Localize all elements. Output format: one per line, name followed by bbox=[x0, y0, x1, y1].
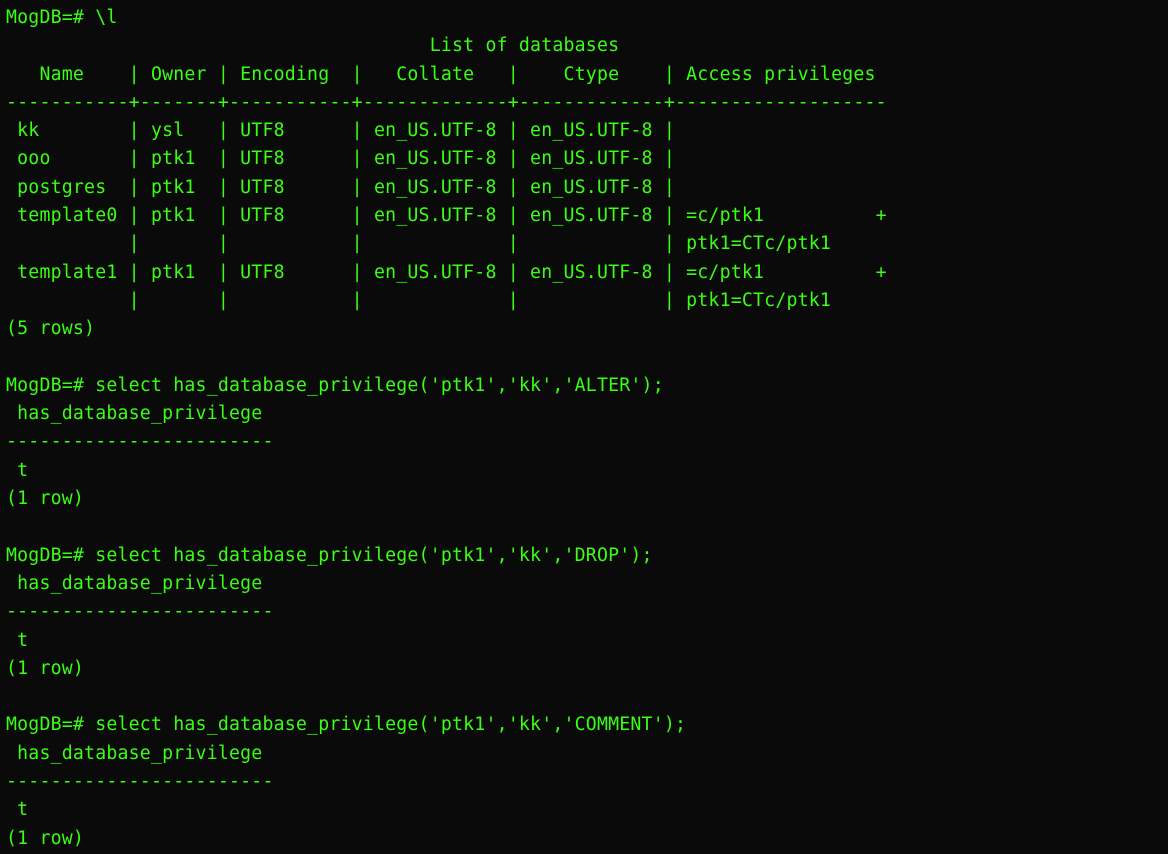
table-row: template0 | ptk1 | UTF8 | en_US.UTF-8 | … bbox=[6, 205, 887, 226]
result-header: has_database_privilege bbox=[6, 403, 274, 424]
row-count: (1 row) bbox=[6, 488, 84, 509]
query-drop: select has_database_privilege('ptk1','kk… bbox=[95, 545, 653, 566]
command-list-dbs: \l bbox=[95, 7, 117, 28]
list-title: List of databases bbox=[6, 35, 619, 56]
prompt: MogDB=# bbox=[6, 714, 95, 735]
query-alter: select has_database_privilege('ptk1','kk… bbox=[95, 375, 664, 396]
result-value: t bbox=[6, 799, 28, 820]
row-count: (1 row) bbox=[6, 658, 84, 679]
table-row: kk | ysl | UTF8 | en_US.UTF-8 | en_US.UT… bbox=[6, 120, 686, 141]
query-comment: select has_database_privilege('ptk1','kk… bbox=[95, 714, 686, 735]
terminal-output[interactable]: MogDB=# \l List of databases Name | Owne… bbox=[0, 0, 1168, 854]
table-row: ooo | ptk1 | UTF8 | en_US.UTF-8 | en_US.… bbox=[6, 148, 686, 169]
result-separator: ------------------------ bbox=[6, 601, 274, 622]
result-separator: ------------------------ bbox=[6, 771, 274, 792]
table-header: Name | Owner | Encoding | Collate | Ctyp… bbox=[6, 64, 887, 85]
table-row: template1 | ptk1 | UTF8 | en_US.UTF-8 | … bbox=[6, 262, 887, 283]
result-value: t bbox=[6, 460, 28, 481]
table-row: | | | | | ptk1=CTc/ptk1 bbox=[6, 290, 831, 311]
row-count: (5 rows) bbox=[6, 318, 95, 339]
prompt: MogDB=# bbox=[6, 375, 95, 396]
table-row: | | | | | ptk1=CTc/ptk1 bbox=[6, 233, 831, 254]
result-value: t bbox=[6, 630, 28, 651]
row-count: (1 row) bbox=[6, 828, 84, 849]
prompt: MogDB=# bbox=[6, 545, 95, 566]
result-header: has_database_privilege bbox=[6, 743, 274, 764]
prompt: MogDB=# bbox=[6, 7, 95, 28]
result-separator: ------------------------ bbox=[6, 431, 274, 452]
table-row: postgres | ptk1 | UTF8 | en_US.UTF-8 | e… bbox=[6, 177, 686, 198]
table-separator: -----------+-------+-----------+--------… bbox=[6, 92, 887, 113]
result-header: has_database_privilege bbox=[6, 573, 274, 594]
